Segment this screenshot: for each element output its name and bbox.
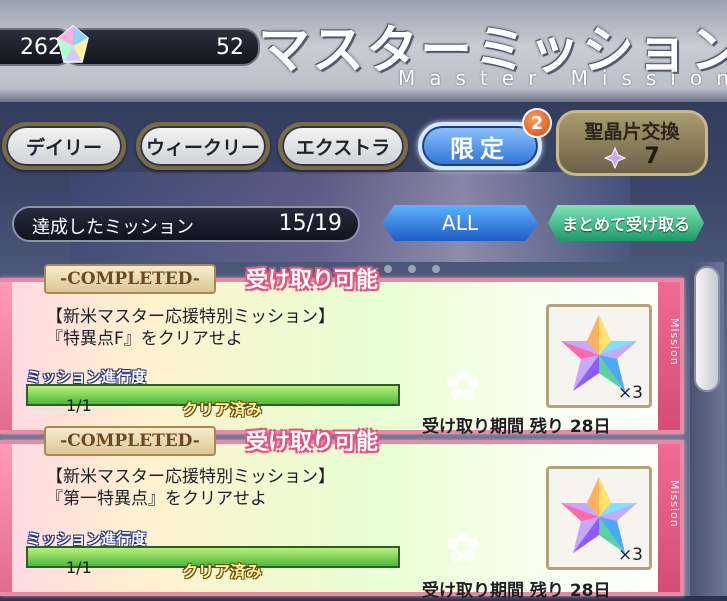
tab-extra[interactable]: エクストラ [278,122,408,170]
quartz-fragment-icon [604,146,627,169]
tab-shard-exchange[interactable]: 聖晶片交換 7 [556,110,708,176]
mission-title-line2: 『特異点F』をクリアせよ [46,329,243,349]
completed-label: -COMPLETED- [44,264,216,294]
notification-badge: 2 [522,108,552,138]
saint-quartz-icon [57,25,89,63]
tab-daily[interactable]: デイリー [2,122,126,170]
mission-card[interactable]: Mission 【新米マスター応援特別ミッション】 『特異点F』をクリアせよ ミ… [0,278,684,437]
reward-quantity: ×3 [617,545,643,565]
progress-status: クリア済み [182,562,263,581]
receive-period: 受け取り期間 残り 28日 [422,417,611,437]
page-dot[interactable] [408,265,416,273]
page-dot[interactable] [384,265,392,273]
mission-title-line1: 【新米マスター応援特別ミッション】 [46,467,335,487]
reward-slot[interactable]: ×3 [546,304,652,408]
exchange-label: 聖晶片交換 [584,121,680,143]
tab-weekly-label: ウィークリー [145,136,260,159]
mission-title-line2: 『第一特異点』をクリアせよ [46,489,267,509]
page-dot[interactable] [432,265,440,273]
receive-period: 受け取り期間 残り 28日 [422,581,611,601]
tab-weekly[interactable]: ウィークリー [136,122,270,170]
reward-quantity: ×3 [617,383,643,403]
scrollbar-thumb[interactable] [694,266,720,392]
banner-page-indicator [384,258,456,277]
page-subtitle: Master Mission [398,66,727,90]
mission-title-line1: 【新米マスター応援特別ミッション】 [46,307,335,327]
tab-limited-label: 限定 [450,134,510,163]
reward-slot[interactable]: ×3 [546,466,652,570]
tab-extra-label: エクストラ [295,136,391,159]
exchange-count: 7 [644,144,660,169]
card-side-label: Mission [668,480,681,528]
receive-all-button[interactable]: まとめて受け取る [548,205,704,241]
mission-card[interactable]: Mission 【新米マスター応援特別ミッション】 『第一特異点』をクリアせよ … [0,440,684,601]
completed-missions-value: 15/19 [278,211,342,236]
card-side-label: Mission [668,318,681,366]
tab-daily-label: デイリー [25,136,102,159]
receivable-label: 受け取り可能 [246,268,379,293]
sakura-icon [447,531,479,562]
filter-all-button[interactable]: ALL [382,205,538,241]
progress-status: クリア済み [182,400,263,419]
completed-missions-counter: 達成したミッション 15/19 [12,206,360,242]
progress-count: 1/1 [66,558,92,577]
progress-count: 1/1 [66,396,92,415]
completed-missions-label: 達成したミッション [32,217,194,238]
sakura-icon [447,369,479,400]
quartz-count-value: 52 [216,34,244,60]
receivable-label: 受け取り可能 [246,430,379,455]
completed-label: -COMPLETED- [44,426,216,456]
